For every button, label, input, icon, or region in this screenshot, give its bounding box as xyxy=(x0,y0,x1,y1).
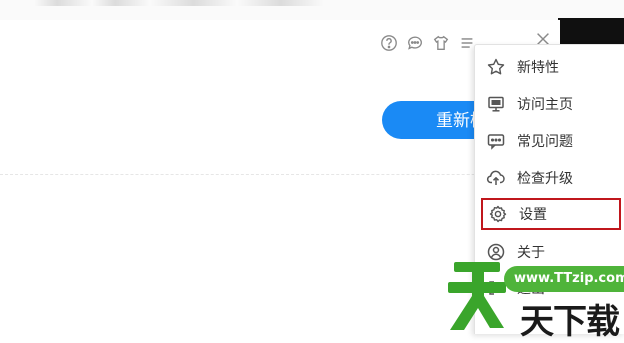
menu-item-settings[interactable]: 设置 xyxy=(481,198,621,230)
menu-item-label: 访问主页 xyxy=(517,97,573,113)
menu-item-homepage[interactable]: 访问主页 xyxy=(481,88,621,120)
menu-item-check-update[interactable]: 检查升级 xyxy=(481,162,621,194)
skin-icon[interactable] xyxy=(432,34,450,52)
star-icon xyxy=(485,56,507,78)
chat-icon xyxy=(485,130,507,152)
menu-item-label: 检查升级 xyxy=(517,171,573,187)
site-watermark: www.TTzip.com 天下载 xyxy=(442,252,624,342)
cropped-text-fragment xyxy=(34,0,324,6)
watermark-logo xyxy=(448,262,506,330)
menu-item-new-features[interactable]: 新特性 xyxy=(481,51,621,83)
window-toolbar xyxy=(380,34,476,52)
menu-item-label: 设置 xyxy=(519,207,547,223)
menu-item-label: 常见问题 xyxy=(517,134,573,150)
gear-icon xyxy=(487,203,509,225)
menu-item-label: 新特性 xyxy=(517,60,559,76)
cloud-upload-icon xyxy=(485,167,507,189)
watermark-url: www.TTzip.com xyxy=(504,266,624,292)
menu-item-faq[interactable]: 常见问题 xyxy=(481,125,621,157)
help-icon[interactable] xyxy=(380,34,398,52)
watermark-brand: 天下载 xyxy=(520,302,620,342)
feedback-icon[interactable] xyxy=(406,34,424,52)
top-strip xyxy=(0,0,624,20)
monitor-icon xyxy=(485,93,507,115)
